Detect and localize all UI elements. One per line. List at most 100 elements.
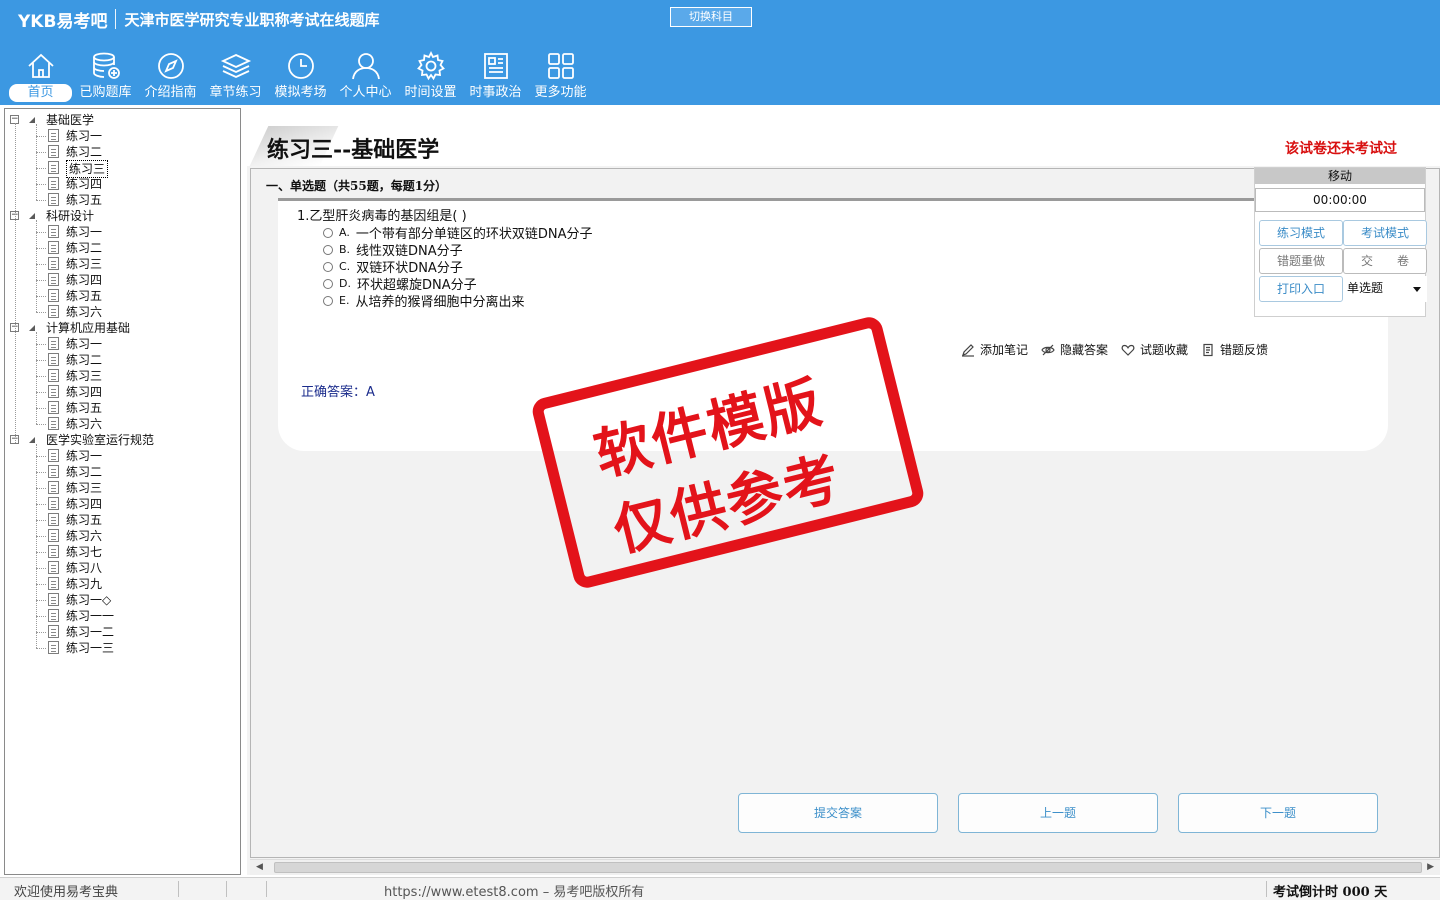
horizontal-scrollbar[interactable]: ◀ ▶	[250, 859, 1440, 875]
submit-answer-button[interactable]: 提交答案	[738, 793, 938, 833]
user-icon	[351, 53, 380, 80]
tree-item[interactable]: 练习一	[5, 448, 240, 464]
tree-item[interactable]: 练习三	[5, 256, 240, 272]
report-error-button[interactable]: 错题反馈	[1201, 341, 1268, 358]
tree-item-label: 练习二	[66, 145, 103, 159]
tree-connector	[36, 184, 46, 185]
nav-current-affairs[interactable]: 时事政治	[463, 48, 528, 104]
feedback-icon	[1203, 343, 1213, 356]
nav-home[interactable]: 首页	[8, 48, 73, 104]
tree-item-label: 练习一一	[66, 609, 115, 623]
radio-button[interactable]	[323, 261, 333, 272]
tree-connector	[36, 312, 46, 313]
tree-item[interactable]: 练习一一	[5, 608, 240, 624]
app-title: 天津市医学研究专业职称考试在线题库	[124, 10, 380, 29]
scroll-right-arrow[interactable]: ▶	[1427, 862, 1434, 872]
tree-item[interactable]: 练习一	[5, 224, 240, 240]
tree-item[interactable]: 练习四	[5, 384, 240, 400]
question-tools: 添加笔记 隐藏答案 试题收藏 错题反馈	[961, 341, 1281, 358]
tree-item[interactable]: 练习六	[5, 416, 240, 432]
switch-subject-button[interactable]: 切换科目	[670, 7, 752, 27]
question-type-select[interactable]: 单选题	[1343, 276, 1427, 302]
tree-item[interactable]: 练习五	[5, 512, 240, 528]
tree-item[interactable]: 练习二	[5, 352, 240, 368]
redo-wrong-button[interactable]: 错题重做	[1259, 248, 1343, 274]
scroll-left-arrow[interactable]: ◀	[256, 862, 263, 872]
tree-item[interactable]: 练习四	[5, 176, 240, 192]
nav-purchased[interactable]: 已购题库	[73, 48, 138, 104]
radio-button[interactable]	[323, 244, 333, 255]
tree-item[interactable]: 练习五	[5, 288, 240, 304]
tree-item-label: 练习四	[66, 177, 103, 191]
question-nav-buttons: 提交答案 上一题 下一题	[738, 793, 1398, 833]
expanded-arrow-icon	[29, 437, 35, 443]
tree-item[interactable]: 练习九	[5, 576, 240, 592]
tree-item[interactable]: 练习一	[5, 128, 240, 144]
document-icon	[48, 353, 59, 366]
nav-mock-exam[interactable]: 模拟考场	[268, 48, 333, 104]
tree-item-label: 练习六	[66, 417, 103, 431]
tree-item[interactable]: 练习四	[5, 496, 240, 512]
nav-time-settings[interactable]: 时间设置	[398, 48, 463, 104]
tree-item[interactable]: 练习七	[5, 544, 240, 560]
tree-item[interactable]: 练习一二	[5, 624, 240, 640]
nav-guide[interactable]: 介绍指南	[138, 48, 203, 104]
radio-button[interactable]	[323, 278, 333, 289]
favorite-question-button[interactable]: 试题收藏	[1121, 341, 1188, 358]
tree-item-label: 练习一◇	[66, 593, 112, 607]
tree-item-label: 练习一二	[66, 625, 115, 639]
option-e[interactable]: E. 从培养的猴肾细胞中分离出来	[323, 291, 524, 310]
logo: YKB易考吧	[18, 11, 108, 32]
panel-move-handle[interactable]: 移动	[1255, 168, 1425, 184]
hand-in-button[interactable]: 交 卷	[1343, 248, 1427, 274]
tree-item[interactable]: 练习六	[5, 304, 240, 320]
brand-divider	[115, 9, 117, 29]
tree-item[interactable]: 练习三	[5, 160, 240, 178]
document-icon	[48, 545, 59, 558]
tree-connector	[36, 584, 46, 585]
tool-label: 隐藏答案	[1060, 343, 1109, 357]
nav-chapter-practice[interactable]: 章节练习	[203, 48, 268, 104]
tree-item-label: 练习四	[66, 273, 103, 287]
tree-item[interactable]: 练习二	[5, 144, 240, 160]
tree-item-label: 练习四	[66, 497, 103, 511]
tree-connector	[36, 360, 46, 361]
tree-item[interactable]: 练习一◇	[5, 592, 240, 608]
tree-item[interactable]: 练习三	[5, 480, 240, 496]
tree-item-label: 练习五	[66, 513, 103, 527]
tree-item[interactable]: 练习四	[5, 272, 240, 288]
exam-timer: 00:00:00	[1255, 188, 1425, 212]
clock-icon	[287, 53, 314, 79]
document-icon	[48, 273, 59, 286]
document-icon	[48, 401, 59, 414]
tree-item[interactable]: 练习八	[5, 560, 240, 576]
option-key: D.	[339, 277, 351, 290]
tree-item[interactable]: 练习二	[5, 464, 240, 480]
tree-item[interactable]: 练习一	[5, 336, 240, 352]
tree-connector	[36, 168, 46, 169]
radio-button[interactable]	[323, 295, 333, 306]
practice-mode-button[interactable]: 练习模式	[1259, 220, 1343, 246]
nav-more[interactable]: 更多功能	[528, 48, 593, 104]
next-question-button[interactable]: 下一题	[1178, 793, 1378, 833]
tree-item[interactable]: 练习六	[5, 528, 240, 544]
document-icon	[48, 481, 59, 494]
tree-connector	[36, 152, 46, 153]
hide-answer-button[interactable]: 隐藏答案	[1041, 341, 1108, 358]
nav-label: 介绍指南	[144, 85, 197, 100]
previous-question-button[interactable]: 上一题	[958, 793, 1158, 833]
add-note-button[interactable]: 添加笔记	[961, 341, 1028, 358]
tree-item[interactable]: 练习五	[5, 192, 240, 208]
exam-mode-button[interactable]: 考试模式	[1343, 220, 1427, 246]
tree-item[interactable]: 练习三	[5, 368, 240, 384]
document-icon	[48, 497, 59, 510]
tree-item-label: 练习三	[66, 481, 103, 495]
tree-item[interactable]: 练习五	[5, 400, 240, 416]
tree-item[interactable]: 练习二	[5, 240, 240, 256]
document-icon	[48, 417, 59, 430]
radio-button[interactable]	[323, 227, 333, 238]
scroll-thumb[interactable]	[274, 862, 1422, 873]
nav-personal[interactable]: 个人中心	[333, 48, 398, 104]
print-button[interactable]: 打印入口	[1259, 276, 1343, 302]
tree-item[interactable]: 练习一三	[5, 640, 240, 656]
